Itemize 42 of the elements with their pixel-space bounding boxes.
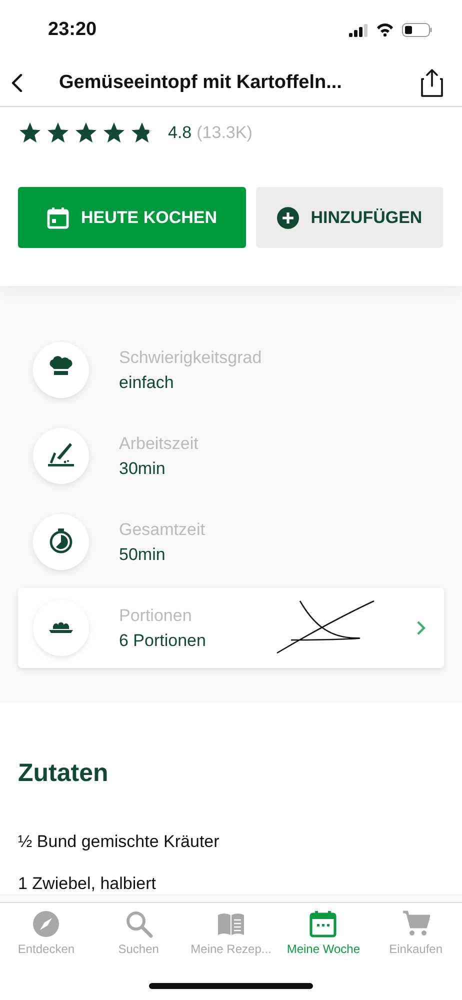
chevron-icon — [417, 621, 426, 635]
detail-value: 6 Portionen — [119, 630, 207, 650]
star-icon — [74, 121, 98, 145]
rating-value: 4.8 — [168, 123, 192, 143]
ingredient-item: ½ Bund gemischte Kräuter — [18, 832, 220, 852]
ingredient-item: 1 Zwiebel, halbiert — [18, 874, 157, 894]
detail-label: Gesamtzeit — [119, 520, 206, 540]
star-icon — [102, 121, 126, 145]
back-icon[interactable] — [11, 74, 23, 92]
detail-value: 30min — [119, 458, 166, 478]
tab-item[interactable]: Suchen — [92, 903, 185, 956]
detail-label: Portionen — [119, 606, 193, 626]
detail-label: Arbeitszeit — [119, 434, 200, 454]
servings-card[interactable]: Portionen 6 Portionen — [18, 588, 444, 668]
compass-icon — [32, 910, 60, 938]
wifi-icon — [376, 23, 394, 37]
battery-icon — [402, 23, 432, 37]
cart-icon — [402, 910, 430, 938]
detail-value: 50min — [119, 544, 166, 564]
stopwatch-icon — [47, 528, 75, 556]
rating-count: (13.3K) — [196, 123, 252, 143]
dish-icon — [48, 622, 74, 634]
detail-label: Schwierigkeitsgrad — [119, 348, 263, 368]
add-button[interactable]: HINZUFÜGEN — [256, 187, 443, 248]
calendar-icon — [309, 910, 338, 938]
tab-item[interactable]: Entdecken — [0, 903, 92, 956]
star-icon — [18, 121, 42, 145]
star-icon — [130, 121, 154, 145]
star-icon — [46, 121, 70, 145]
tab-item[interactable]: Einkaufen — [370, 903, 462, 956]
tab-item[interactable]: Meine Rezep... — [184, 903, 278, 956]
detail-value: einfach — [119, 372, 175, 392]
cook-today-button[interactable]: HEUTE KOCHEN — [18, 187, 246, 248]
section-title: Zutaten — [18, 759, 110, 788]
search-icon — [124, 910, 153, 938]
calendar-icon — [46, 206, 69, 228]
share-icon[interactable] — [420, 69, 444, 97]
page-title: Gemüseeintopf mit Kartoffeln... — [59, 72, 343, 94]
plus-icon — [276, 206, 299, 228]
signal-icon — [349, 24, 368, 36]
status-time: 23:20 — [48, 19, 97, 41]
tab-item[interactable]: Meine Woche — [277, 903, 370, 956]
